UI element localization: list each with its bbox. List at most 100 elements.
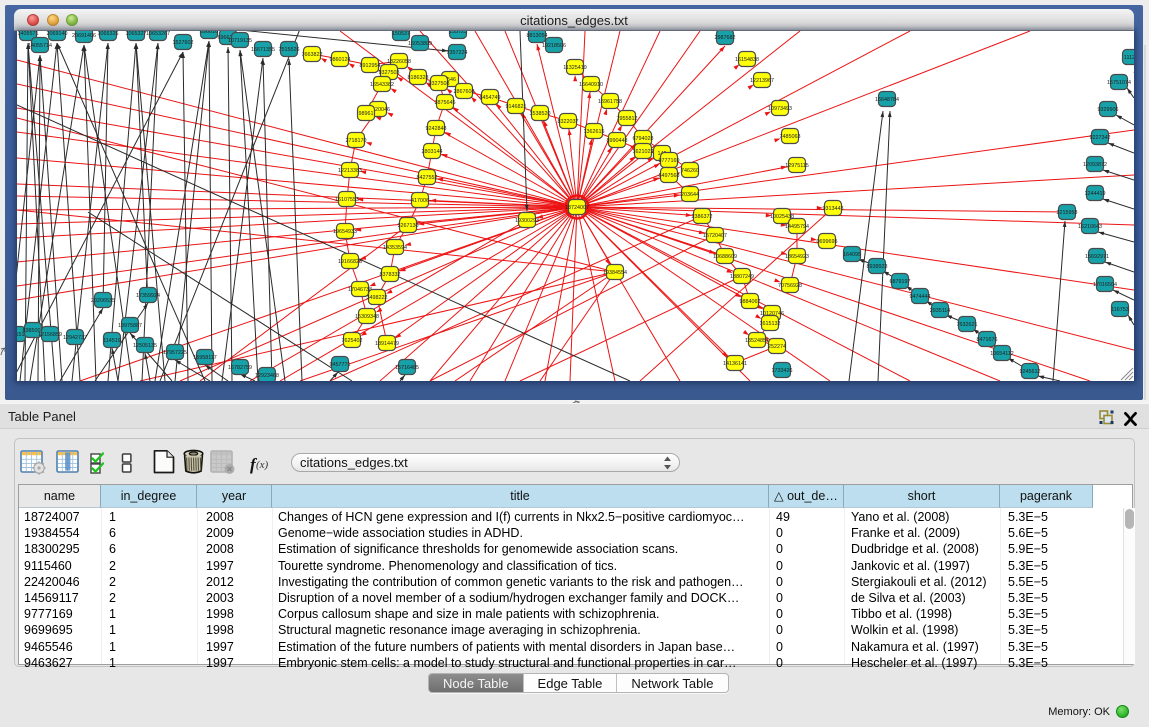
svg-text:2718170: 2718170 bbox=[346, 138, 367, 144]
svg-text:9242848: 9242848 bbox=[426, 126, 447, 132]
svg-text:6794028: 6794028 bbox=[633, 136, 654, 142]
svg-text:16782759: 16782759 bbox=[228, 365, 252, 371]
svg-text:9313443: 9313443 bbox=[823, 206, 844, 212]
svg-text:12093872: 12093872 bbox=[1083, 162, 1107, 168]
svg-text:252274: 252274 bbox=[768, 344, 786, 350]
svg-text:1538520: 1538520 bbox=[530, 111, 551, 117]
svg-text:20206535: 20206535 bbox=[91, 298, 115, 304]
svg-text:7357224: 7357224 bbox=[447, 50, 468, 56]
svg-text:9777169: 9777169 bbox=[659, 158, 680, 164]
svg-text:7625402: 7625402 bbox=[342, 338, 363, 344]
svg-text:16671355: 16671355 bbox=[251, 47, 275, 53]
svg-text:12213967: 12213967 bbox=[750, 78, 774, 84]
svg-text:19166825: 19166825 bbox=[338, 259, 362, 265]
svg-text:150537: 150537 bbox=[392, 31, 410, 37]
svg-text:3875645: 3875645 bbox=[435, 100, 456, 106]
svg-text:15751074: 15751074 bbox=[1107, 80, 1131, 86]
svg-text:1244419: 1244419 bbox=[1085, 191, 1106, 197]
svg-text:9327503: 9327503 bbox=[379, 70, 400, 76]
svg-text:19300293: 19300293 bbox=[515, 218, 539, 224]
svg-text:746260: 746260 bbox=[681, 168, 699, 174]
svg-text:16648784: 16648784 bbox=[875, 97, 899, 103]
svg-text:2803144: 2803144 bbox=[422, 149, 443, 155]
svg-text:155723: 155723 bbox=[449, 31, 467, 35]
svg-text:8813054: 8813054 bbox=[527, 33, 548, 39]
svg-text:98961: 98961 bbox=[359, 111, 374, 117]
svg-text:0699695: 0699695 bbox=[817, 239, 838, 245]
svg-text:12213383: 12213383 bbox=[338, 168, 362, 174]
svg-text:9327508: 9327508 bbox=[429, 81, 450, 87]
svg-text:6879197: 6879197 bbox=[890, 279, 911, 285]
svg-text:9146821: 9146821 bbox=[506, 104, 527, 110]
svg-text:(x): (x) bbox=[256, 459, 269, 471]
svg-text:116753: 116753 bbox=[1111, 307, 1129, 313]
svg-text:2386372: 2386372 bbox=[692, 214, 713, 220]
svg-text:18807249: 18807249 bbox=[730, 274, 754, 280]
svg-text:1362615: 1362615 bbox=[584, 129, 605, 135]
svg-text:10653267: 10653267 bbox=[146, 31, 170, 37]
svg-text:7955812: 7955812 bbox=[617, 116, 638, 122]
svg-text:9457771: 9457771 bbox=[330, 362, 351, 368]
svg-text:12942737: 12942737 bbox=[63, 335, 87, 341]
svg-text:696616: 696616 bbox=[200, 31, 218, 35]
svg-text:2935114: 2935114 bbox=[930, 308, 951, 314]
svg-text:12505135: 12505135 bbox=[133, 343, 157, 349]
svg-text:12975115: 12975115 bbox=[785, 163, 809, 169]
svg-text:3267130: 3267130 bbox=[398, 223, 419, 229]
svg-text:14353594: 14353594 bbox=[383, 245, 407, 251]
svg-text:13524851: 13524851 bbox=[745, 338, 769, 344]
svg-text:8912954: 8912954 bbox=[360, 63, 381, 69]
svg-text:17016504: 17016504 bbox=[1093, 282, 1117, 288]
svg-text:15692971: 15692971 bbox=[1085, 254, 1109, 260]
svg-text:7632621: 7632621 bbox=[957, 322, 978, 328]
svg-text:16210643: 16210643 bbox=[1078, 224, 1102, 230]
svg-text:9245612: 9245612 bbox=[1020, 369, 1041, 375]
svg-text:8322037: 8322037 bbox=[558, 119, 579, 125]
svg-text:8378332: 8378332 bbox=[380, 272, 401, 278]
svg-text:2867608: 2867608 bbox=[454, 89, 475, 95]
svg-text:8427552: 8427552 bbox=[417, 175, 438, 181]
svg-text:14495794: 14495794 bbox=[785, 224, 809, 230]
svg-text:12923468: 12923468 bbox=[255, 373, 279, 379]
svg-text:16961758: 16961758 bbox=[598, 99, 622, 105]
svg-text:9884067: 9884067 bbox=[740, 299, 761, 305]
svg-text:417006: 417006 bbox=[411, 198, 429, 204]
svg-text:14055714: 14055714 bbox=[28, 43, 52, 49]
svg-text:9474444: 9474444 bbox=[910, 294, 931, 300]
svg-text:1621022: 1621022 bbox=[633, 149, 654, 155]
svg-text:19654933: 19654933 bbox=[333, 229, 357, 235]
svg-text:15716485: 15716485 bbox=[395, 365, 419, 371]
svg-text:18914479: 18914479 bbox=[375, 341, 399, 347]
svg-text:7663822: 7663822 bbox=[302, 52, 323, 58]
svg-text:16640910: 16640910 bbox=[579, 82, 603, 88]
svg-text:1733426: 1733426 bbox=[772, 368, 793, 374]
svg-text:18654923: 18654923 bbox=[785, 254, 809, 260]
svg-text:16958117: 16958117 bbox=[193, 355, 217, 361]
svg-text:3498222: 3498222 bbox=[367, 295, 388, 301]
svg-text:203644: 203644 bbox=[681, 192, 699, 198]
svg-text:1065326: 1065326 bbox=[98, 31, 119, 37]
svg-text:7485063: 7485063 bbox=[780, 134, 801, 140]
svg-text:70756928: 70756928 bbox=[778, 283, 802, 289]
svg-text:8938923: 8938923 bbox=[867, 264, 888, 270]
svg-text:8471676: 8471676 bbox=[977, 337, 998, 343]
svg-text:16107553: 16107553 bbox=[335, 197, 359, 203]
svg-text:8454749: 8454749 bbox=[480, 95, 501, 101]
svg-text:16543382: 16543382 bbox=[370, 82, 394, 88]
svg-text:17359924: 17359924 bbox=[136, 293, 160, 299]
svg-text:8186328: 8186328 bbox=[408, 75, 429, 81]
svg-text:10973493: 10973493 bbox=[768, 106, 792, 112]
svg-text:20691406: 20691406 bbox=[72, 33, 96, 39]
svg-text:15720407: 15720407 bbox=[703, 233, 727, 239]
svg-text:1405571: 1405571 bbox=[18, 31, 39, 37]
svg-text:1615132: 1615132 bbox=[760, 321, 781, 327]
svg-text:9860124: 9860124 bbox=[330, 57, 351, 63]
svg-text:16154838: 16154838 bbox=[735, 57, 759, 63]
svg-text:12156859: 12156859 bbox=[38, 332, 62, 338]
svg-text:19218506: 19218506 bbox=[542, 43, 566, 49]
svg-text:17957225: 17957225 bbox=[163, 350, 187, 356]
svg-text:2069140: 2069140 bbox=[47, 31, 68, 37]
svg-text:19384554: 19384554 bbox=[603, 270, 627, 276]
svg-text:114519: 114519 bbox=[103, 338, 121, 344]
svg-text:10654112: 10654112 bbox=[990, 351, 1014, 357]
